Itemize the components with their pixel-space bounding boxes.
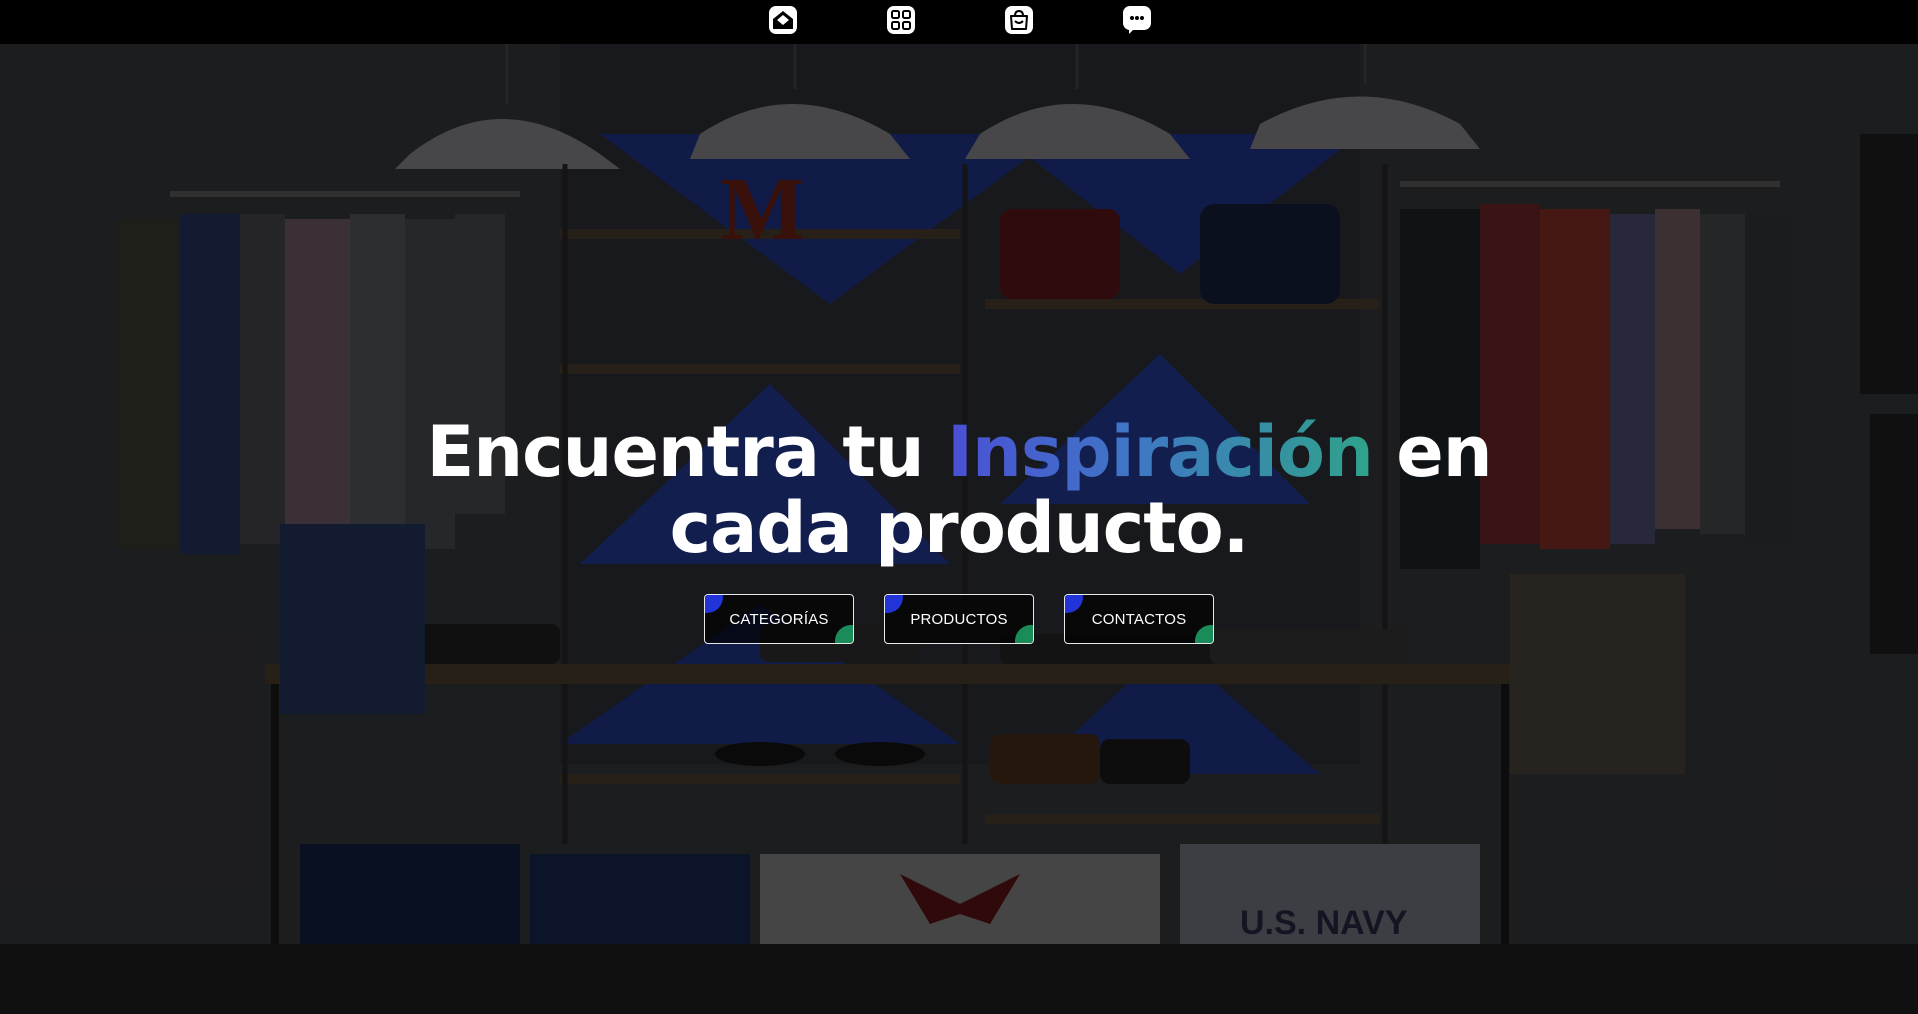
headline-line2: cada producto.	[669, 487, 1250, 569]
categorias-button-label: CATEGORÍAS	[729, 610, 829, 628]
contactos-button[interactable]: CONTACTOS	[1064, 594, 1214, 644]
categories-grid-icon[interactable]	[884, 3, 918, 37]
productos-button[interactable]: PRODUCTOS	[884, 594, 1034, 644]
headline-highlight: Inspiración	[947, 411, 1374, 493]
categorias-button[interactable]: CATEGORÍAS	[704, 594, 854, 644]
top-navigation-bar	[0, 0, 1918, 44]
hero-buttons: CATEGORÍAS PRODUCTOS CONTACTOS	[0, 594, 1918, 644]
headline-part1: Encuentra tu	[426, 411, 948, 493]
contactos-button-label: CONTACTOS	[1091, 610, 1187, 628]
hero-content: Encuentra tu Inspiración en cada product…	[0, 414, 1918, 644]
productos-button-label: PRODUCTOS	[910, 610, 1008, 628]
hero-section: M U.S. NAVY Encuentra tu Inspiración en …	[0, 44, 1918, 1014]
shopping-bag-icon[interactable]	[1002, 3, 1036, 37]
chat-icon[interactable]	[1120, 3, 1154, 37]
headline-part2: en	[1372, 411, 1492, 493]
home-icon[interactable]	[766, 3, 800, 37]
hero-headline: Encuentra tu Inspiración en cada product…	[0, 414, 1918, 566]
